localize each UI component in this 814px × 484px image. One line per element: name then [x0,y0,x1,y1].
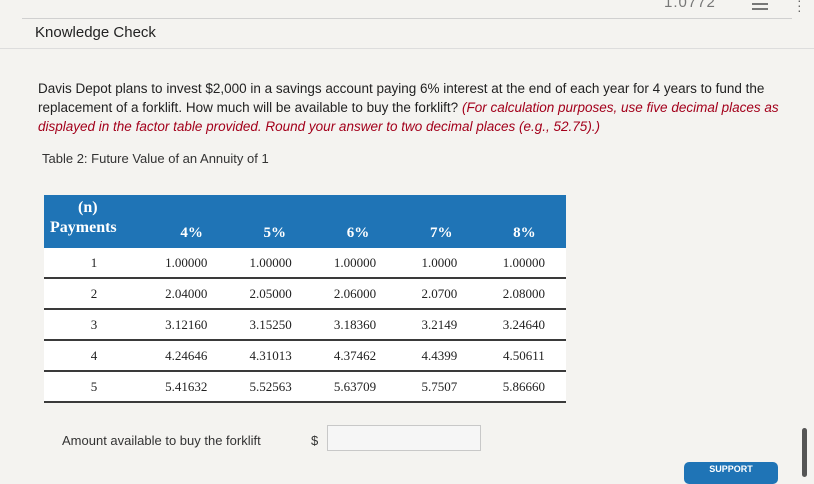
support-button[interactable]: SUPPORT [684,462,778,484]
support-label: SUPPORT [709,464,753,474]
cell-value: 5.7507 [421,378,458,394]
cell-n: 4 [90,347,98,363]
cell-value: 4.50611 [502,347,545,363]
currency-symbol: $ [311,433,319,448]
factor-table: (n) Payments 4% 5% 6% 7% 8% 1 1.00000 1.… [44,195,566,403]
cell-n: 3 [90,316,98,332]
divider [0,48,814,49]
cell-value: 2.05000 [249,285,292,301]
table-row: 4 4.24646 4.31013 4.37462 4.4399 4.50611 [44,341,566,372]
cell-value: 2.04000 [165,285,208,301]
cell-value: 4.37462 [333,347,377,363]
list-icon[interactable] [752,0,768,12]
cell-value: 5.86660 [502,378,545,394]
table-row: 1 1.00000 1.00000 1.00000 1.0000 1.00000 [44,248,566,279]
page-title: Knowledge Check [35,24,156,41]
header-rate-7: 7% [429,225,453,241]
cell-value: 5.41632 [165,378,208,394]
cell-value: 3.15250 [249,316,292,332]
table-body: 1 1.00000 1.00000 1.00000 1.0000 1.00000… [44,248,566,403]
cell-value: 3.12160 [165,316,208,332]
cell-n: 2 [90,285,98,301]
progress-counter: 1.0772 [664,0,716,11]
cell-n: 5 [90,378,98,394]
header-rate-8: 8% [513,225,536,241]
table-row: 3 3.12160 3.15250 3.18360 3.2149 3.24640 [44,310,566,341]
table-caption: Table 2: Future Value of an Annuity of 1 [42,151,269,166]
header-rate-5: 5% [263,225,287,241]
header-n-symbol: (n) [78,199,98,216]
answer-label: Amount available to buy the forklift [62,433,261,448]
header-rate-4: 4% [180,225,203,241]
table-row: 5 5.41632 5.52563 5.63709 5.7507 5.86660 [44,372,566,403]
cell-value: 5.52563 [249,378,292,394]
question-text: Davis Depot plans to invest $2,000 in a … [38,79,798,136]
cell-value: 4.4399 [421,347,458,363]
cell-value: 4.31013 [249,347,292,363]
cell-value: 1.00000 [249,254,292,270]
cell-value: 3.18360 [333,316,377,332]
scrollbar[interactable] [802,428,807,477]
cell-value: 2.08000 [502,285,545,301]
header-rate-6: 6% [346,225,370,241]
cell-value: 3.24640 [502,316,545,332]
header-payments-label: Payments [50,219,117,236]
cell-value: 1.00000 [333,254,377,270]
cell-value: 1.0000 [421,254,458,270]
cell-value: 5.63709 [333,378,377,394]
cell-value: 1.00000 [165,254,208,270]
cell-value: 2.0700 [421,285,458,301]
more-vertical-icon[interactable]: · · · [797,0,802,17]
cell-value: 3.2149 [421,316,458,332]
table-row: 2 2.04000 2.05000 2.06000 2.0700 2.08000 [44,279,566,310]
cell-value: 2.06000 [333,285,377,301]
top-toolbar: 1.0772 · · · [0,0,814,17]
cell-n: 1 [90,254,98,270]
cell-value: 1.00000 [502,254,545,270]
header-payments: (n) Payments [44,195,150,248]
cell-value: 4.24646 [165,347,208,363]
divider [22,18,792,19]
table-header: (n) Payments 4% 5% 6% 7% 8% [44,195,566,248]
answer-input[interactable] [327,425,481,451]
